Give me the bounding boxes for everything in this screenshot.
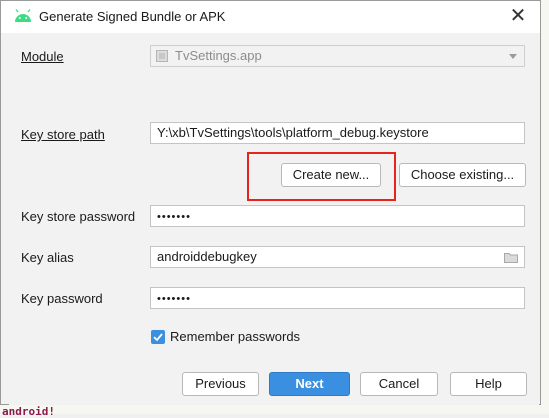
- key-store-path-label: Key store path: [21, 127, 105, 142]
- dialog-title: Generate Signed Bundle or APK: [39, 9, 226, 24]
- create-new-button[interactable]: Create new...: [281, 163, 381, 187]
- key-store-password-field[interactable]: •••••••: [150, 205, 525, 227]
- key-store-password-label: Key store password: [21, 209, 136, 224]
- key-password-field[interactable]: •••••••: [150, 287, 525, 309]
- help-button[interactable]: Help: [450, 372, 527, 396]
- remember-passwords-label: Remember passwords: [170, 329, 301, 344]
- previous-button[interactable]: Previous: [182, 372, 259, 396]
- key-password-label: Key password: [21, 291, 103, 306]
- ide-background-code-text: android!: [2, 405, 55, 418]
- ide-background-right: [541, 0, 549, 414]
- dialog-titlebar: Generate Signed Bundle or APK ✕: [1, 1, 540, 33]
- module-select[interactable]: TvSettings.app: [150, 45, 525, 67]
- next-button[interactable]: Next: [269, 372, 350, 396]
- generate-signed-bundle-dialog: Generate Signed Bundle or APK ✕ Module T…: [0, 0, 541, 405]
- ide-background-bottom: [0, 405, 549, 414]
- key-alias-value: androiddebugkey: [157, 249, 257, 264]
- remember-passwords-checkbox[interactable]: [151, 330, 165, 344]
- key-store-password-mask: •••••••: [157, 211, 191, 223]
- close-icon[interactable]: ✕: [506, 4, 530, 28]
- choose-existing-button[interactable]: Choose existing...: [399, 163, 526, 187]
- key-password-mask: •••••••: [157, 293, 191, 305]
- cancel-button[interactable]: Cancel: [360, 372, 438, 396]
- dialog-content: Module TvSettings.app Key store path Y:\…: [9, 35, 539, 405]
- dropdown-arrow-icon: [509, 54, 517, 59]
- module-value: TvSettings.app: [175, 48, 262, 63]
- key-store-path-field[interactable]: Y:\xb\TvSettings\tools\platform_debug.ke…: [150, 122, 525, 144]
- key-alias-label: Key alias: [21, 250, 74, 265]
- android-icon: [15, 9, 31, 22]
- key-alias-field[interactable]: androiddebugkey: [150, 246, 525, 268]
- module-label: Module: [21, 49, 64, 64]
- checkmark-icon: [153, 333, 163, 342]
- module-icon: [156, 50, 168, 62]
- folder-icon[interactable]: [504, 252, 518, 263]
- key-store-path-value: Y:\xb\TvSettings\tools\platform_debug.ke…: [157, 125, 429, 140]
